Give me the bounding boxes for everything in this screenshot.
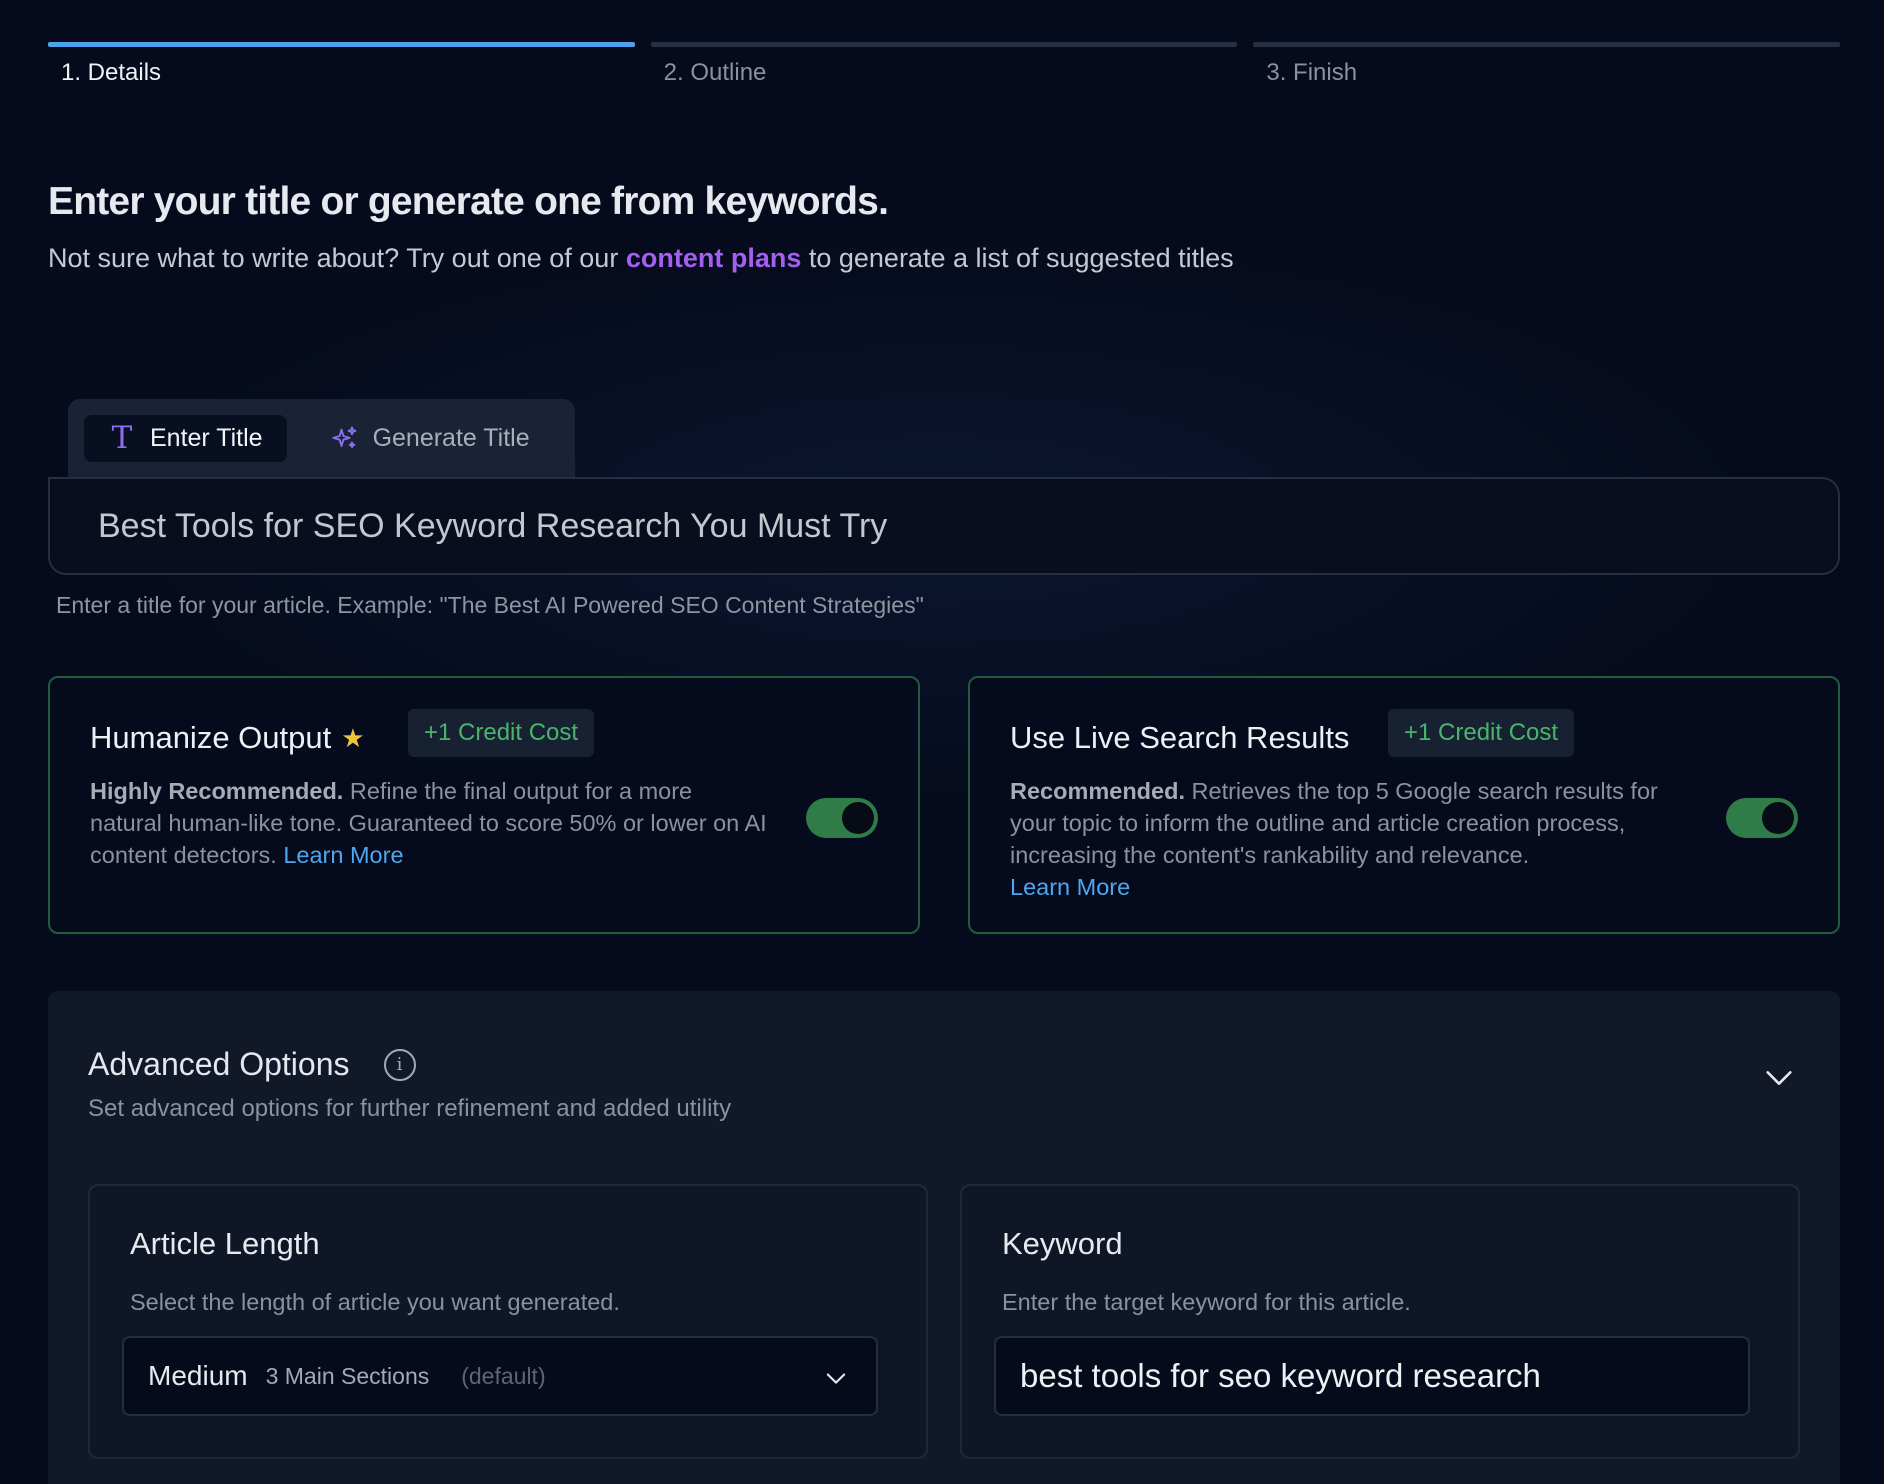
step-bar [1253, 42, 1841, 47]
recommendation-label: Recommended. [1010, 778, 1185, 804]
page: 1. Details 2. Outline 3. Finish Enter yo… [0, 0, 1884, 1484]
step-label: 3. Finish [1266, 59, 1358, 86]
advanced-options-panel: Advanced Options i Set advanced options … [48, 991, 1840, 1484]
content-plans-link[interactable]: content plans [626, 243, 802, 273]
page-subtitle: Not sure what to write about? Try out on… [48, 243, 1234, 274]
subtitle-text: Not sure what to write about? Try out on… [48, 243, 619, 273]
article-title-input[interactable]: Best Tools for SEO Keyword Research You … [48, 477, 1840, 575]
sparkles-icon [331, 425, 359, 453]
learn-more-link[interactable]: Learn More [1010, 874, 1130, 900]
toggle-knob [1762, 802, 1794, 834]
chevron-down-icon [826, 1373, 846, 1384]
recommendation-label: Highly Recommended. [90, 778, 344, 804]
advanced-options-subtitle: Set advanced options for further refinem… [88, 1095, 732, 1122]
learn-more-link[interactable]: Learn More [283, 842, 403, 868]
live-search-card: Use Live Search Results +1 Credit Cost R… [968, 676, 1840, 934]
info-icon[interactable]: i [383, 1048, 416, 1081]
step-details[interactable]: 1. Details [48, 42, 635, 87]
step-bar [48, 42, 635, 47]
subtitle-text: to generate a list of suggested titles [808, 243, 1234, 273]
article-title-value: Best Tools for SEO Keyword Research You … [98, 506, 888, 545]
humanize-toggle[interactable] [806, 798, 878, 838]
tab-label: Enter Title [150, 424, 263, 452]
field-title: Article Length [130, 1226, 320, 1261]
advanced-options-title: Advanced Options [88, 1046, 350, 1082]
default-note: (default) [461, 1362, 546, 1389]
field-subtitle: Enter the target keyword for this articl… [1002, 1289, 1411, 1315]
field-title: Keyword [1002, 1226, 1123, 1261]
card-description: Highly Recommended. Refine the final out… [90, 775, 770, 871]
selected-length: Medium [148, 1360, 248, 1391]
credit-cost-badge: +1 Credit Cost [408, 709, 595, 757]
card-title: Humanize Output ★ [90, 720, 365, 756]
card-description: Recommended. Retrieves the top 5 Google … [1010, 775, 1690, 903]
card-title-text: Humanize Output [90, 720, 332, 755]
article-length-select[interactable]: Medium 3 Main Sections (default) [122, 1336, 878, 1416]
step-bar [650, 42, 1238, 47]
page-title: Enter your title or generate one from ke… [48, 180, 889, 223]
star-icon: ★ [341, 722, 365, 753]
live-search-toggle[interactable] [1726, 798, 1798, 838]
toggle-knob [842, 802, 874, 834]
humanize-output-card: Humanize Output ★ +1 Credit Cost Highly … [48, 676, 920, 934]
keyword-input[interactable]: best tools for seo keyword research [994, 1336, 1750, 1416]
tab-enter-title[interactable]: T Enter Title [84, 415, 287, 462]
chevron-down-icon[interactable] [1762, 1061, 1796, 1095]
tab-label: Generate Title [372, 424, 530, 452]
step-label: 1. Details [61, 59, 162, 86]
keyword-field: Keyword Enter the target keyword for thi… [960, 1184, 1800, 1459]
step-label: 2. Outline [663, 59, 767, 86]
title-help-text: Enter a title for your article. Example:… [56, 592, 924, 618]
card-title-text: Use Live Search Results [1010, 720, 1350, 755]
selected-length-detail: 3 Main Sections [265, 1362, 430, 1389]
article-length-field: Article Length Select the length of arti… [88, 1184, 928, 1459]
progress-stepper: 1. Details 2. Outline 3. Finish [48, 42, 1841, 87]
field-subtitle: Select the length of article you want ge… [130, 1289, 620, 1315]
title-mode-tabs: T Enter Title Generate Title [68, 399, 575, 477]
keyword-value: best tools for seo keyword research [1020, 1357, 1541, 1394]
credit-cost-badge: +1 Credit Cost [1388, 709, 1575, 757]
card-title: Use Live Search Results [1010, 720, 1349, 756]
step-outline[interactable]: 2. Outline [650, 42, 1238, 87]
advanced-options-header[interactable]: Advanced Options i [88, 1046, 416, 1083]
text-t-icon: T [111, 420, 133, 456]
step-finish[interactable]: 3. Finish [1253, 42, 1841, 87]
tab-generate-title[interactable]: Generate Title [307, 415, 554, 462]
